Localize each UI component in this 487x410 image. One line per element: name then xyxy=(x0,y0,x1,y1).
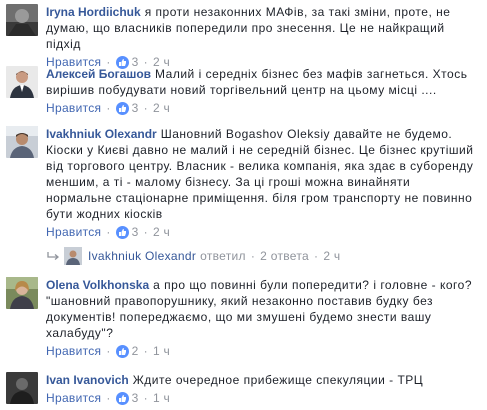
comment-text-block: Ivakhniuk Olexandr Шановний Bogashov Olek… xyxy=(46,126,479,222)
like-icon xyxy=(115,225,129,239)
comment-text: Шановний Bogashov Oleksiy давайте не буд… xyxy=(46,127,474,221)
like-button[interactable]: Нравится xyxy=(46,343,101,359)
comment-text-block: Алексей Богашов Малий і середніх бізнес б… xyxy=(46,66,479,98)
comment-author[interactable]: Olena Volkhonska xyxy=(46,278,149,292)
avatar[interactable] xyxy=(6,126,38,158)
comment-meta: Нравится · 3 · 2 ч xyxy=(46,100,171,116)
reply-action: ответил xyxy=(200,249,246,263)
avatar[interactable] xyxy=(6,4,38,36)
like-icon xyxy=(115,391,129,405)
comment-meta: Нравится · 2 · 1 ч xyxy=(46,343,171,359)
comment-text-block: Iryna Hordiichuk я проти незаконних МАФів… xyxy=(46,4,479,52)
like-icon xyxy=(115,344,129,358)
comment-author[interactable]: Iryna Hordiichuk xyxy=(46,5,141,19)
like-icon xyxy=(115,101,129,115)
comment-time[interactable]: 2 ч xyxy=(153,224,170,240)
like-count[interactable]: 3 xyxy=(132,224,139,240)
comment-text-block: Olena Volkhonska а про що повинні були по… xyxy=(46,277,479,341)
comment-meta: Нравится · 3 · 2 ч xyxy=(46,224,171,240)
comment-author[interactable]: Ivakhniuk Olexandr xyxy=(46,127,157,141)
like-count[interactable]: 3 xyxy=(132,390,139,406)
comment-meta: Нравится · 3 · 1 ч xyxy=(46,390,171,406)
reply-author[interactable]: Ivakhniuk Olexandr xyxy=(88,248,196,264)
comment-text: Ждите очередное прибежище спекуляции - Т… xyxy=(132,373,424,387)
comment-text-block: Ivan Ivanovich Ждите очередное прибежище … xyxy=(46,372,479,388)
reply-count[interactable]: 2 ответа xyxy=(260,248,309,264)
comment-author[interactable]: Алексей Богашов xyxy=(46,67,151,81)
reply-time[interactable]: 2 ч xyxy=(323,248,340,264)
like-button[interactable]: Нравится xyxy=(46,100,101,116)
comment-author[interactable]: Ivan Ivanovich xyxy=(46,373,129,387)
avatar[interactable] xyxy=(6,66,38,98)
comment-time[interactable]: 1 ч xyxy=(153,390,170,406)
avatar[interactable] xyxy=(6,372,38,404)
avatar[interactable] xyxy=(6,277,38,309)
like-count[interactable]: 3 xyxy=(132,100,139,116)
replies-summary[interactable]: Ivakhniuk Olexandr ответил · 2 ответа · … xyxy=(46,247,341,265)
comment-time[interactable]: 2 ч xyxy=(153,100,170,116)
like-button[interactable]: Нравится xyxy=(46,224,101,240)
reply-arrow-icon xyxy=(47,252,60,260)
like-button[interactable]: Нравится xyxy=(46,390,101,406)
comment-time[interactable]: 1 ч xyxy=(153,343,170,359)
avatar[interactable] xyxy=(64,247,82,265)
like-count[interactable]: 2 xyxy=(132,343,139,359)
